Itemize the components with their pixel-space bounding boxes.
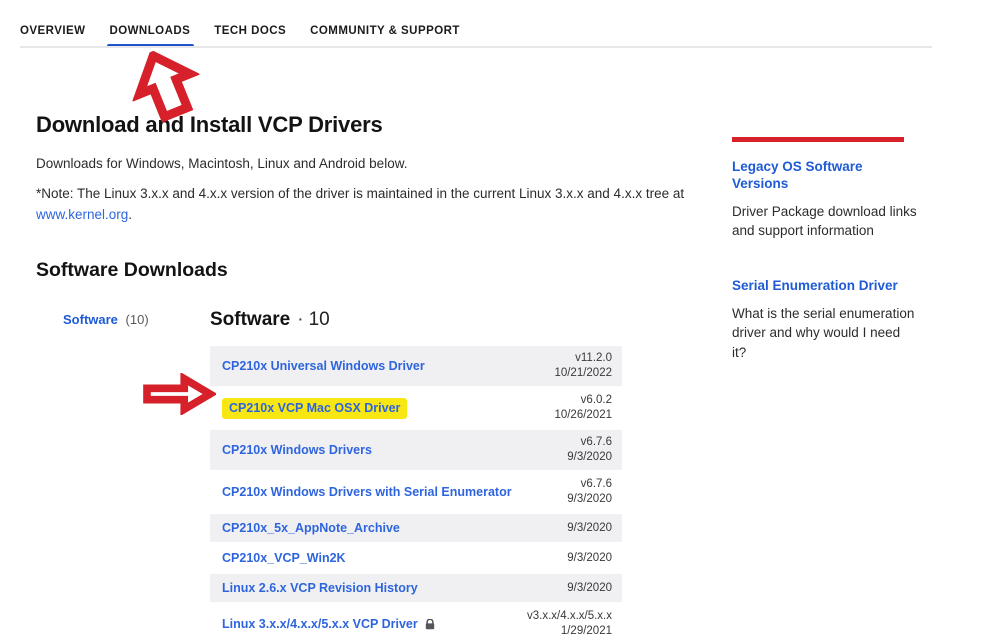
table-row: Linux 2.6.x VCP Revision History 9/3/202… <box>210 574 622 602</box>
download-link[interactable]: CP210x VCP Mac OSX Driver <box>222 398 407 419</box>
row-meta: v11.2.0 10/21/2022 <box>554 348 612 384</box>
row-meta: v6.7.6 9/3/2020 <box>567 474 612 510</box>
related-sidebar: Legacy OS Software Versions Driver Packa… <box>732 137 918 362</box>
list-separator: · <box>297 309 303 330</box>
tab-overview[interactable]: OVERVIEW <box>20 25 85 37</box>
serial-enum-group: Serial Enumeration Driver What is the se… <box>732 278 918 363</box>
download-link[interactable]: Linux 3.x.x/4.x.x/5.x.x VCP Driver <box>222 616 418 632</box>
lock-icon <box>425 619 435 630</box>
list-title: Software <box>210 309 290 330</box>
download-link[interactable]: CP210x Windows Drivers with Serial Enume… <box>222 484 512 500</box>
tab-community-support[interactable]: COMMUNITY & SUPPORT <box>310 25 460 37</box>
row-date: 9/3/2020 <box>567 450 612 465</box>
row-date: 9/3/2020 <box>567 521 612 536</box>
software-list-section: Software · 10 CP210x Universal Windows Dri… <box>210 309 622 644</box>
row-meta: v6.7.6 9/3/2020 <box>567 432 612 468</box>
row-title-cell: Linux 2.6.x VCP Revision History <box>222 580 567 596</box>
kernel-org-link[interactable]: www.kernel.org <box>36 207 128 222</box>
row-date: 10/26/2021 <box>554 408 612 423</box>
legacy-os-description: Driver Package download links and suppor… <box>732 202 918 241</box>
row-title-cell: CP210x_5x_AppNote_Archive <box>222 520 567 536</box>
intro-text: Downloads for Windows, Macintosh, Linux … <box>36 156 407 171</box>
table-row: CP210x_VCP_Win2K 9/3/2020 <box>210 544 622 572</box>
row-date: 9/3/2020 <box>567 551 612 566</box>
row-title-cell: CP210x_VCP_Win2K <box>222 550 567 566</box>
note-suffix: . <box>128 207 132 222</box>
table-row: CP210x VCP Mac OSX Driver v6.0.2 10/26/2… <box>210 388 622 428</box>
row-meta: v3.x.x/4.x.x/5.x.x 1/29/2021 <box>527 606 612 642</box>
downloads-page: OVERVIEW DOWNLOADS TECH DOCS COMMUNITY &… <box>0 0 998 644</box>
table-row: CP210x_5x_AppNote_Archive 9/3/2020 <box>210 514 622 542</box>
serial-enum-description: What is the serial enumeration driver an… <box>732 304 918 363</box>
row-date: 10/21/2022 <box>554 366 612 381</box>
sidebar-accent-bar <box>732 137 904 142</box>
row-meta: 9/3/2020 <box>567 578 612 599</box>
software-filter-count: (10) <box>126 312 149 327</box>
row-meta: 9/3/2020 <box>567 518 612 539</box>
software-filter: Software (10) <box>63 312 149 327</box>
tab-downloads[interactable]: DOWNLOADS <box>109 25 190 37</box>
list-heading: Software · 10 <box>210 309 622 331</box>
row-date: 1/29/2021 <box>527 624 612 639</box>
row-version: v6.0.2 <box>554 393 612 408</box>
note-text: *Note: The Linux 3.x.x and 4.x.x version… <box>36 183 716 225</box>
download-link[interactable]: CP210x Windows Drivers <box>222 442 372 458</box>
table-row: Linux 3.x.x/4.x.x/5.x.x VCP Driver v3.x.… <box>210 604 622 644</box>
table-row: CP210x Windows Drivers with Serial Enume… <box>210 472 622 512</box>
nav-divider <box>20 46 932 48</box>
row-title-cell: CP210x Universal Windows Driver <box>222 358 554 374</box>
page-title: Download and Install VCP Drivers <box>36 112 383 138</box>
row-meta: v6.0.2 10/26/2021 <box>554 390 612 426</box>
software-filter-link[interactable]: Software <box>63 312 118 327</box>
row-version: v6.7.6 <box>567 477 612 492</box>
download-link[interactable]: CP210x Universal Windows Driver <box>222 358 425 374</box>
row-title-cell: CP210x Windows Drivers <box>222 442 567 458</box>
row-version: v11.2.0 <box>554 351 612 366</box>
row-title-cell: CP210x Windows Drivers with Serial Enume… <box>222 484 567 500</box>
tab-bar: OVERVIEW DOWNLOADS TECH DOCS COMMUNITY &… <box>20 25 460 37</box>
row-date: 9/3/2020 <box>567 492 612 507</box>
tab-tech-docs[interactable]: TECH DOCS <box>214 25 286 37</box>
row-date: 9/3/2020 <box>567 581 612 596</box>
table-row: CP210x Universal Windows Driver v11.2.0 … <box>210 346 622 386</box>
section-title: Software Downloads <box>36 259 228 282</box>
row-title-cell: CP210x VCP Mac OSX Driver <box>222 398 554 419</box>
row-version: v3.x.x/4.x.x/5.x.x <box>527 609 612 624</box>
download-link[interactable]: CP210x_5x_AppNote_Archive <box>222 520 400 536</box>
row-version: v6.7.6 <box>567 435 612 450</box>
download-link[interactable]: Linux 2.6.x VCP Revision History <box>222 580 418 596</box>
list-count: 10 <box>309 309 330 330</box>
red-arrow-right-icon <box>141 373 216 415</box>
row-meta: 9/3/2020 <box>567 548 612 569</box>
table-row: CP210x Windows Drivers v6.7.6 9/3/2020 <box>210 430 622 470</box>
row-title-cell: Linux 3.x.x/4.x.x/5.x.x VCP Driver <box>222 616 527 632</box>
legacy-os-link[interactable]: Legacy OS Software Versions <box>732 159 918 193</box>
note-body: *Note: The Linux 3.x.x and 4.x.x version… <box>36 186 684 201</box>
download-link[interactable]: CP210x_VCP_Win2K <box>222 550 346 566</box>
serial-enumeration-link[interactable]: Serial Enumeration Driver <box>732 278 918 295</box>
software-list: CP210x Universal Windows Driver v11.2.0 … <box>210 346 622 644</box>
